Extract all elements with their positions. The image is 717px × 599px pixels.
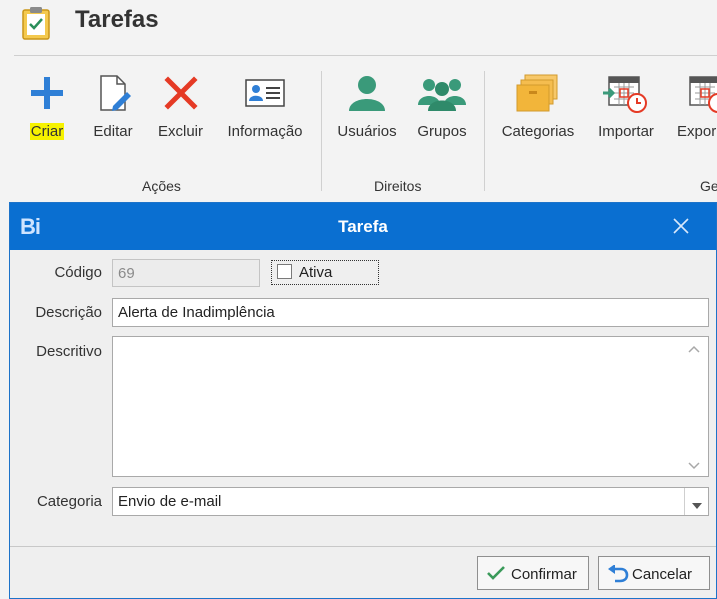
select-divider [684, 488, 685, 515]
edit-button[interactable]: Editar [88, 73, 138, 149]
task-dialog: Bi Tarefa Código Ativa Descrição Descrit… [9, 202, 717, 599]
cancel-button[interactable]: Cancelar [598, 556, 710, 590]
calendar-export-icon [689, 76, 717, 113]
groups-button-label: Grupos [417, 123, 467, 140]
ribbon-group-divider [321, 71, 322, 191]
categories-button[interactable]: Categorias [496, 73, 580, 149]
ribbon-group-divider [484, 71, 485, 191]
descriptive-label: Descritivo [36, 343, 102, 360]
categories-button-label: Categorias [501, 123, 575, 140]
ribbon-group-label-general: Ge [700, 178, 717, 194]
chevron-down-icon[interactable] [687, 459, 701, 471]
edit-button-label: Editar [93, 123, 133, 140]
dialog-titlebar[interactable]: Bi Tarefa [10, 203, 716, 250]
category-select-value: Envio de e-mail [118, 493, 222, 510]
app-header: Tarefas [0, 0, 717, 56]
clipboard-check-icon [20, 6, 52, 40]
folder-stack-icon [516, 74, 558, 112]
import-button-label: Importar [598, 123, 654, 140]
calendar-import-icon [603, 76, 647, 113]
ribbon-group-label-rights: Direitos [374, 178, 422, 194]
checkmark-icon [486, 565, 506, 585]
delete-x-icon [163, 76, 198, 110]
create-button-label: Criar [29, 123, 65, 140]
code-label: Código [54, 264, 102, 281]
undo-arrow-icon [607, 564, 629, 587]
plus-icon [31, 77, 63, 109]
code-field [112, 259, 260, 287]
id-card-icon [245, 79, 285, 107]
user-group-icon [418, 79, 466, 111]
category-label: Categoria [36, 493, 102, 510]
chevron-up-icon[interactable] [687, 342, 701, 354]
user-icon [349, 76, 385, 111]
description-label: Descrição [35, 304, 102, 321]
groups-button[interactable]: Grupos [412, 73, 472, 149]
users-button-label: Usuários [337, 123, 397, 140]
import-button[interactable]: Importar [592, 73, 660, 149]
active-checkbox[interactable] [277, 264, 292, 279]
info-button-label: Informação [227, 123, 303, 140]
edit-document-icon [100, 75, 131, 111]
close-icon[interactable] [670, 215, 692, 237]
cancel-button-label: Cancelar [632, 566, 693, 583]
delete-button-label: Excluir [157, 123, 203, 140]
ribbon-toolbar: Criar Editar Excluir Informação Usuários… [0, 57, 717, 200]
create-button[interactable]: Criar [22, 73, 72, 149]
delete-button[interactable]: Excluir [153, 73, 208, 149]
dropdown-arrow-icon[interactable] [691, 497, 703, 509]
page-title: Tarefas [75, 6, 159, 33]
dialog-footer-divider [10, 546, 716, 547]
active-checkbox-label[interactable]: Ativa [299, 264, 332, 281]
active-checkbox-wrapper[interactable]: Ativa [271, 260, 379, 285]
export-button[interactable]: Expor [674, 73, 717, 149]
confirm-button[interactable]: Confirmar [477, 556, 589, 590]
confirm-button-label: Confirmar [511, 566, 577, 583]
description-field[interactable] [112, 298, 709, 327]
category-select[interactable]: Envio de e-mail [112, 487, 709, 516]
descriptive-textarea[interactable] [112, 336, 709, 477]
dialog-title: Tarefa [338, 217, 388, 236]
ribbon-group-label-actions: Ações [142, 178, 181, 194]
export-button-label: Expor [677, 123, 717, 140]
header-divider [14, 55, 717, 56]
users-button[interactable]: Usuários [333, 73, 401, 149]
info-button[interactable]: Informação [221, 73, 309, 149]
